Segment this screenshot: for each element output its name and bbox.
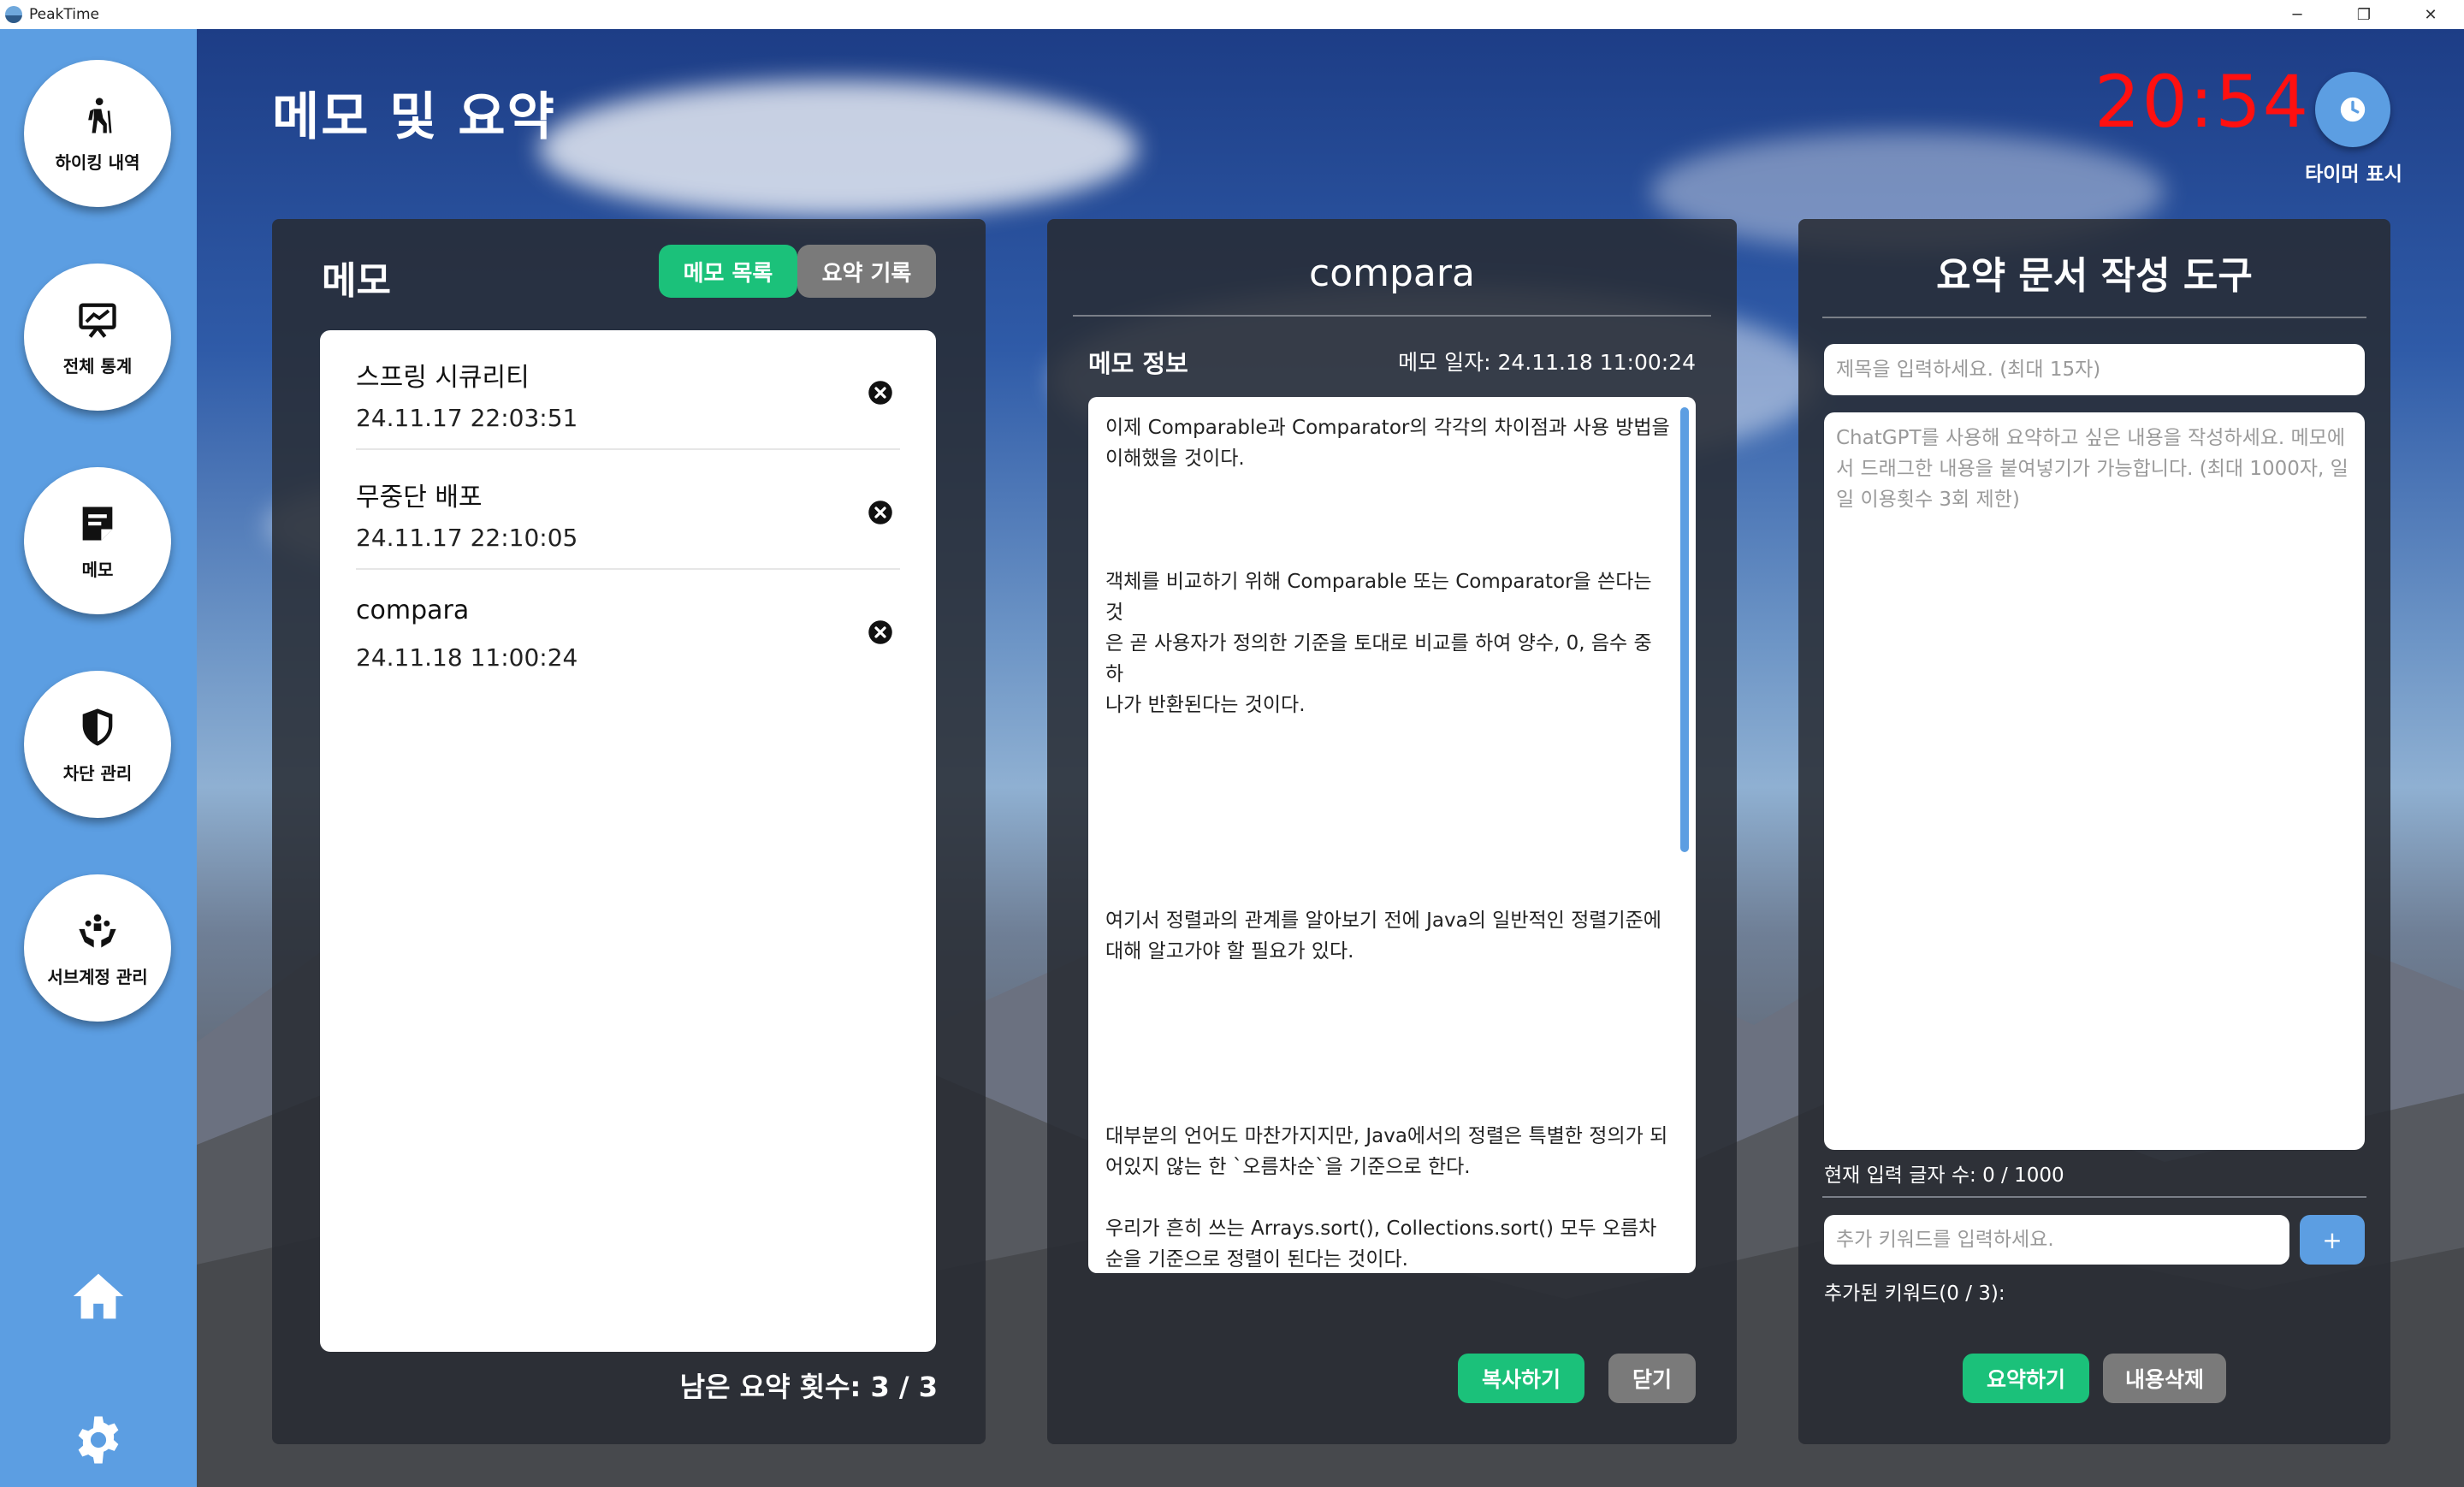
summarize-button[interactable]: 요약하기 — [1963, 1354, 2089, 1403]
memo-detail-title: compara — [1309, 252, 1475, 295]
add-keyword-button[interactable]: + — [2300, 1215, 2365, 1265]
memo-detail-panel: compara 메모 정보 메모 일자: 24.11.18 11:00:24 이… — [1047, 219, 1737, 1444]
settings-button[interactable] — [70, 1412, 127, 1468]
close-window-button[interactable]: ✕ — [2397, 0, 2464, 29]
app-title: PeakTime — [29, 6, 99, 23]
timer-toggle-button[interactable] — [2315, 72, 2390, 147]
nav-statistics[interactable]: 전체 통계 — [24, 264, 171, 411]
memo-list: 스프링 시큐리티 24.11.17 22:03:51 무중단 배포 24.11.… — [320, 330, 936, 1352]
divider — [1822, 1196, 2366, 1198]
home-icon — [73, 1273, 124, 1319]
tab-summary-history[interactable]: 요약 기록 — [797, 245, 936, 298]
memo-list-item[interactable]: 스프링 시큐리티 24.11.17 22:03:51 — [356, 330, 900, 450]
page-title: 메모 및 요약 — [272, 87, 556, 147]
nav-sub-accounts-label: 서브계정 관리 — [47, 966, 148, 987]
gear-icon — [78, 1416, 119, 1464]
memo-icon — [82, 507, 113, 540]
summary-title-input[interactable] — [1824, 344, 2365, 395]
memo-content-scrollbar[interactable] — [1680, 407, 1689, 852]
group-hands-icon — [79, 914, 116, 947]
nav-sub-accounts[interactable]: 서브계정 관리 — [24, 874, 171, 1022]
home-button[interactable] — [68, 1266, 128, 1326]
divider — [1822, 317, 2366, 318]
clock-display: 20:54 — [2094, 60, 2311, 144]
nav-memo-label: 메모 — [81, 559, 114, 580]
restore-button[interactable]: ❐ — [2331, 0, 2397, 29]
shield-icon — [82, 708, 113, 746]
memo-item-title: 무중단 배포 — [356, 483, 483, 512]
char-count-label: 현재 입력 글자 수: 0 / 1000 — [1824, 1164, 2064, 1187]
keyword-count-label: 추가된 키워드(0 / 3): — [1824, 1283, 2005, 1305]
remaining-summary-count: 남은 요약 횟수: 3 / 3 — [679, 1371, 938, 1403]
timer-label: 타이머 표시 — [2305, 163, 2402, 186]
memo-content-text[interactable]: 이제 Comparable과 Comparator의 각각의 차이점과 사용 방… — [1105, 412, 1675, 1273]
nav-block-management[interactable]: 차단 관리 — [24, 671, 171, 818]
nav-statistics-label: 전체 통계 — [62, 355, 133, 376]
window-titlebar: PeakTime ─ ❐ ✕ — [0, 0, 2464, 29]
hiker-icon — [88, 97, 112, 133]
sidebar: 하이킹 내역 전체 통계 메모 차단 관리 서브계정 관리 — [0, 29, 197, 1487]
delete-memo-icon[interactable] — [868, 619, 893, 645]
minimize-button[interactable]: ─ — [2264, 0, 2331, 29]
cloud — [539, 80, 1138, 217]
memo-item-date: 24.11.17 22:10:05 — [356, 524, 578, 552]
memo-list-item[interactable]: compara 24.11.18 11:00:24 — [356, 570, 900, 690]
nav-hiking-history-label: 하이킹 내역 — [55, 151, 140, 173]
memo-item-title: compara — [356, 595, 470, 625]
nav-memo[interactable]: 메모 — [24, 467, 171, 614]
memo-info-label: 메모 정보 — [1088, 349, 1188, 378]
delete-memo-icon[interactable] — [868, 380, 893, 406]
summary-content-textarea[interactable] — [1824, 412, 2365, 1150]
summary-tool-title: 요약 문서 작성 도구 — [1936, 254, 2253, 298]
nav-hiking-history[interactable]: 하이킹 내역 — [24, 60, 171, 207]
close-button[interactable]: 닫기 — [1608, 1354, 1696, 1403]
memo-item-date: 24.11.18 11:00:24 — [356, 643, 578, 672]
window-controls: ─ ❐ ✕ — [2264, 0, 2464, 29]
clear-content-button[interactable]: 내용삭제 — [2103, 1354, 2226, 1403]
copy-button[interactable]: 복사하기 — [1458, 1354, 1584, 1403]
memo-item-date: 24.11.17 22:03:51 — [356, 404, 578, 432]
memo-date-label: 메모 일자: 24.11.18 11:00:24 — [1398, 350, 1696, 375]
nav-block-management-label: 차단 관리 — [62, 762, 133, 784]
memo-list-item[interactable]: 무중단 배포 24.11.17 22:10:05 — [356, 450, 900, 570]
memo-heading: 메모 — [322, 259, 391, 303]
memo-panel: 메모 메모 목록 요약 기록 스프링 시큐리티 24.11.17 22:03:5… — [272, 219, 986, 1444]
divider — [1073, 315, 1711, 317]
chart-board-icon — [79, 303, 116, 338]
delete-memo-icon[interactable] — [868, 500, 893, 525]
summary-tool-panel: 요약 문서 작성 도구 현재 입력 글자 수: 0 / 1000 + 추가된 키… — [1798, 219, 2390, 1444]
keyword-input[interactable] — [1824, 1215, 2289, 1265]
memo-item-title: 스프링 시큐리티 — [356, 363, 530, 393]
memo-content-box[interactable]: 이제 Comparable과 Comparator의 각각의 차이점과 사용 방… — [1088, 397, 1696, 1273]
clock-icon — [2340, 97, 2366, 122]
app-logo-icon — [5, 6, 22, 23]
tab-memo-list[interactable]: 메모 목록 — [659, 245, 797, 298]
